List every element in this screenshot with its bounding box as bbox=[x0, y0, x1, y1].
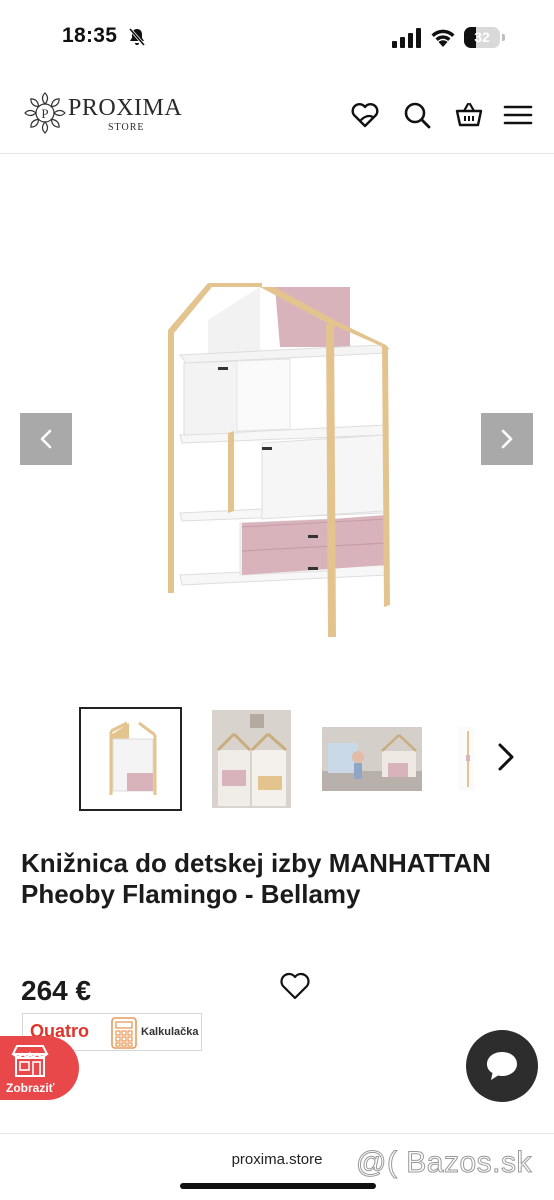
chat-button[interactable] bbox=[466, 1030, 538, 1102]
calculator-icon bbox=[111, 1017, 137, 1049]
storefront-icon bbox=[11, 1045, 49, 1077]
logo-subtitle: STORE bbox=[108, 122, 145, 133]
logo-name: PROXIMA bbox=[68, 95, 183, 121]
quatro-label: Kalkulačka bbox=[141, 1026, 199, 1038]
cellular-signal-icon bbox=[392, 28, 421, 48]
mandala-logo-icon: P bbox=[24, 92, 66, 134]
chevron-left-icon bbox=[40, 429, 52, 449]
wifi-icon bbox=[431, 29, 455, 47]
site-header: P PROXIMA STORE bbox=[0, 74, 554, 154]
gallery-prev-button[interactable] bbox=[20, 413, 72, 465]
thumbnail-3[interactable] bbox=[322, 727, 422, 791]
battery-indicator: 32 bbox=[464, 27, 505, 48]
thumbnail-4[interactable] bbox=[458, 727, 474, 791]
hamburger-menu-icon[interactable] bbox=[503, 100, 533, 130]
thumbnail-2[interactable] bbox=[212, 710, 291, 808]
bell-muted-icon bbox=[128, 28, 146, 46]
thumbnails-next-icon[interactable] bbox=[490, 737, 520, 777]
status-time: 18:35 bbox=[62, 24, 118, 47]
chevron-right-icon bbox=[501, 429, 513, 449]
thumbnail-1[interactable] bbox=[79, 707, 182, 811]
thumbnail-strip bbox=[0, 707, 554, 811]
basket-icon[interactable] bbox=[454, 100, 484, 130]
product-gallery bbox=[0, 155, 554, 695]
wishlist-heart-icon[interactable] bbox=[350, 100, 380, 130]
status-bar: 18:35 32 bbox=[0, 0, 554, 74]
chat-bubble-icon bbox=[487, 1052, 517, 1080]
add-to-wishlist-icon[interactable] bbox=[278, 970, 312, 1002]
show-store-label: Zobraziť bbox=[6, 1081, 55, 1095]
proxima-logo[interactable]: P PROXIMA STORE bbox=[24, 92, 184, 138]
product-price: 264 € bbox=[21, 975, 92, 1006]
product-title: Knižnica do detskej izby MANHATTAN Pheob… bbox=[21, 848, 491, 909]
home-indicator bbox=[180, 1183, 376, 1189]
bazos-watermark: @( Bazos.sk bbox=[356, 1146, 533, 1180]
gallery-next-button[interactable] bbox=[481, 413, 533, 465]
search-icon[interactable] bbox=[402, 100, 432, 130]
battery-percent: 32 bbox=[474, 29, 490, 45]
svg-text:P: P bbox=[41, 106, 48, 121]
show-store-button[interactable]: Zobraziť bbox=[0, 1036, 79, 1100]
product-main-image[interactable] bbox=[150, 275, 410, 645]
